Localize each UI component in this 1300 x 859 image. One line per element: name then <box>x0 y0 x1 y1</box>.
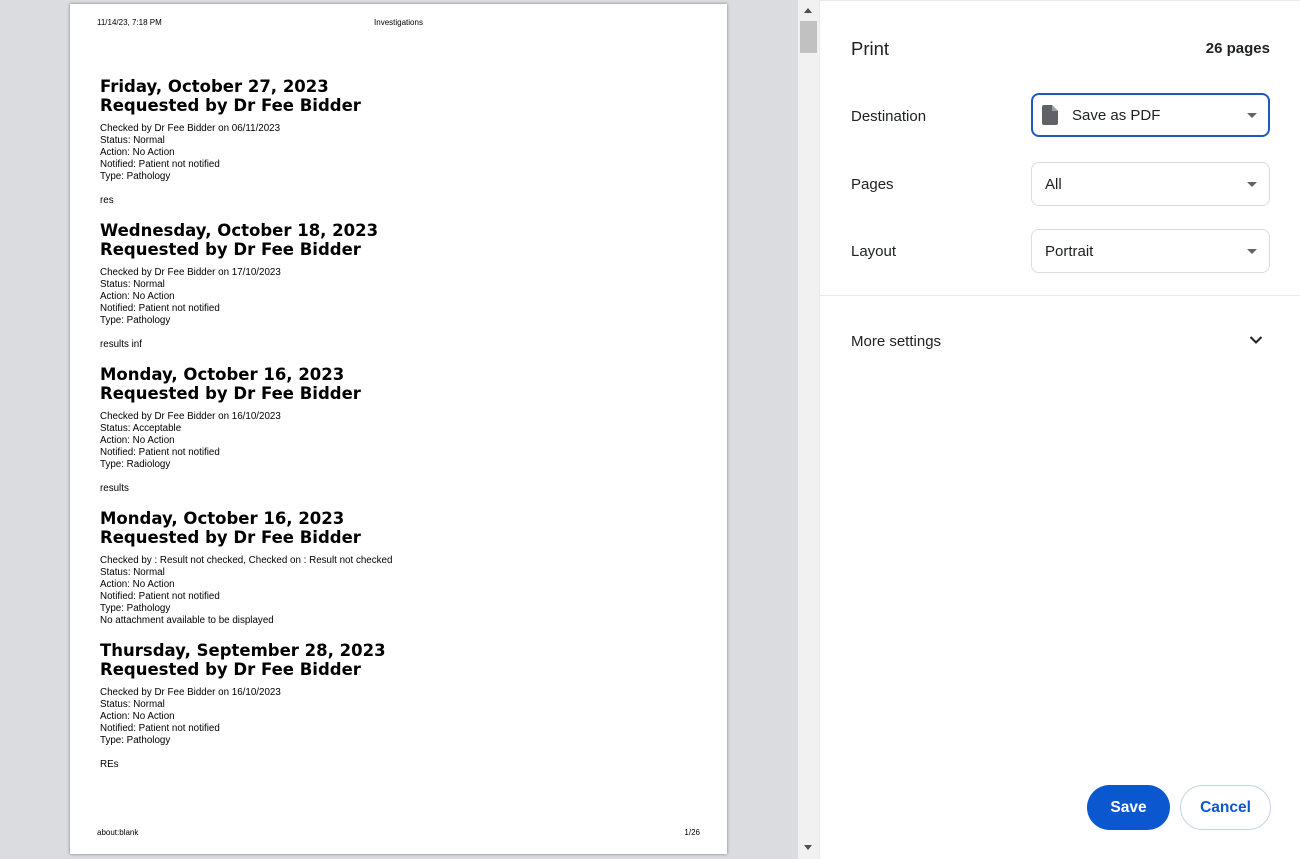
entry-requested: Requested by Dr Fee Bidder <box>100 528 361 547</box>
entry-action: Action: No Action <box>100 711 175 722</box>
page-footer-url: about:blank <box>97 828 139 837</box>
entry-status: Status: Acceptable <box>100 423 182 434</box>
pages-select[interactable]: All <box>1031 162 1270 206</box>
entry-requested: Requested by Dr Fee Bidder <box>100 660 361 679</box>
investigation-entry: Monday, October 16, 2023 Requested by Dr… <box>100 365 700 495</box>
entry-checked: Checked by : Result not checked, Checked… <box>100 555 393 566</box>
entry-date: Monday, October 16, 2023 <box>100 365 345 384</box>
entry-action: Action: No Action <box>100 579 175 590</box>
scroll-down-arrow-icon[interactable] <box>804 845 812 850</box>
destination-value: Save as PDF <box>1072 107 1161 124</box>
entry-checked: Checked by Dr Fee Bidder on 16/10/2023 <box>100 687 281 698</box>
caret-down-icon <box>1247 182 1257 187</box>
layout-label: Layout <box>851 243 897 260</box>
entry-type: Type: Pathology <box>100 171 171 182</box>
investigation-entry: Thursday, September 28, 2023 Requested b… <box>100 641 700 771</box>
entry-type: Type: Radiology <box>100 459 171 470</box>
entry-date: Thursday, September 28, 2023 <box>100 641 386 660</box>
print-settings-sidebar: Print 26 pages Destination Save as PDF P… <box>819 0 1300 859</box>
destination-select[interactable]: Save as PDF <box>1031 93 1270 137</box>
entry-action: Action: No Action <box>100 147 175 158</box>
print-title: Print <box>851 38 890 59</box>
pages-value: All <box>1045 176 1062 193</box>
destination-label: Destination <box>851 108 927 125</box>
pages-label: Pages <box>851 176 894 193</box>
entry-note: results inf <box>100 339 142 350</box>
page-count: 26 pages <box>1205 40 1270 57</box>
preview-page: 11/14/23, 7:18 PM Investigations Friday,… <box>70 4 727 854</box>
print-preview-area: 11/14/23, 7:18 PM Investigations Friday,… <box>0 0 798 859</box>
entry-requested: Requested by Dr Fee Bidder <box>100 96 361 115</box>
investigation-entry: Monday, October 16, 2023 Requested by Dr… <box>100 509 700 627</box>
entry-checked: Checked by Dr Fee Bidder on 16/10/2023 <box>100 411 281 422</box>
page-footer-number: 1/26 <box>684 828 700 837</box>
entry-notified: Notified: Patient not notified <box>100 447 220 458</box>
file-icon <box>1042 105 1058 125</box>
entry-type: Type: Pathology <box>100 603 171 614</box>
entry-details: Checked by Dr Fee Bidder on 16/10/2023 S… <box>100 411 700 471</box>
entry-notified: Notified: Patient not notified <box>100 723 220 734</box>
caret-down-icon <box>1247 113 1257 118</box>
page-header-title: Investigations <box>374 18 423 27</box>
entry-type: Type: Pathology <box>100 735 171 746</box>
scroll-thumb[interactable] <box>800 21 817 53</box>
investigation-entry: Wednesday, October 18, 2023 Requested by… <box>100 221 700 351</box>
entry-status: Status: Normal <box>100 135 165 146</box>
entry-details: Checked by : Result not checked, Checked… <box>100 555 700 615</box>
entry-type: Type: Pathology <box>100 315 171 326</box>
entry-status: Status: Normal <box>100 699 165 710</box>
entry-checked: Checked by Dr Fee Bidder on 17/10/2023 <box>100 267 281 278</box>
chevron-down-icon <box>1249 336 1263 344</box>
entry-checked: Checked by Dr Fee Bidder on 06/11/2023 <box>100 123 281 134</box>
entry-details: Checked by Dr Fee Bidder on 16/10/2023 S… <box>100 687 700 747</box>
layout-value: Portrait <box>1045 243 1094 260</box>
entry-date: Wednesday, October 18, 2023 <box>100 221 379 240</box>
more-settings-toggle[interactable]: More settings <box>820 321 1300 363</box>
entry-note: REs <box>100 759 119 770</box>
cancel-button[interactable]: Cancel <box>1180 785 1271 830</box>
entry-notified: Notified: Patient not notified <box>100 303 220 314</box>
entry-details: Checked by Dr Fee Bidder on 06/11/2023 S… <box>100 123 700 183</box>
entry-requested: Requested by Dr Fee Bidder <box>100 240 361 259</box>
preview-scrollbar[interactable] <box>798 0 819 859</box>
entry-date: Friday, October 27, 2023 <box>100 77 329 96</box>
entry-notified: Notified: Patient not notified <box>100 591 220 602</box>
entry-note: No attachment available to be displayed <box>100 615 274 626</box>
investigation-entry: Friday, October 27, 2023 Requested by Dr… <box>100 77 700 207</box>
entry-notified: Notified: Patient not notified <box>100 159 220 170</box>
entry-date: Monday, October 16, 2023 <box>100 509 345 528</box>
more-settings-label: More settings <box>851 333 942 350</box>
caret-down-icon <box>1247 249 1257 254</box>
scroll-up-arrow-icon[interactable] <box>804 8 812 13</box>
entry-note: res <box>100 195 114 206</box>
layout-select[interactable]: Portrait <box>1031 229 1270 273</box>
entry-note: results <box>100 483 129 494</box>
entry-requested: Requested by Dr Fee Bidder <box>100 384 361 403</box>
entry-status: Status: Normal <box>100 567 165 578</box>
entry-details: Checked by Dr Fee Bidder on 17/10/2023 S… <box>100 267 700 327</box>
save-button[interactable]: Save <box>1087 785 1170 830</box>
sidebar-divider <box>820 295 1300 296</box>
entry-status: Status: Normal <box>100 279 165 290</box>
entry-action: Action: No Action <box>100 291 175 302</box>
entry-action: Action: No Action <box>100 435 175 446</box>
investigation-list: Friday, October 27, 2023 Requested by Dr… <box>100 77 700 785</box>
